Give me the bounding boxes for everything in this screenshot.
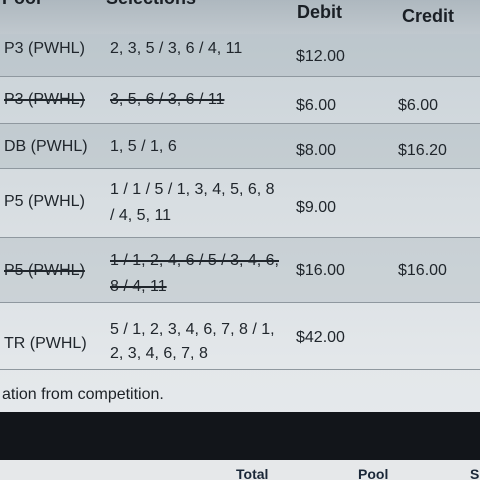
- table-row[interactable]: P3 (PWHL) 2, 3, 5 / 3, 6 / 4, 11 $12.00: [0, 34, 480, 77]
- debit-cell: $6.00: [296, 97, 337, 114]
- footer-note: ation from competition.: [2, 386, 164, 403]
- selections-cell-line2: 8 / 4, 11: [110, 278, 167, 295]
- tab-total[interactable]: Total: [236, 466, 268, 480]
- pool-cell: P3 (PWHL): [4, 40, 85, 57]
- bottom-dark-bar: [0, 412, 480, 460]
- selections-cell-line1: 1 / 1 / 5 / 1, 3, 4, 5, 6, 8: [110, 181, 275, 198]
- betting-history-screen: Pool Selections Debit Credit P3 (PWHL) 2…: [0, 0, 480, 480]
- header-pool: Pool: [2, 0, 41, 9]
- credit-cell: $16.20: [398, 142, 447, 159]
- selections-cell-line2: / 4, 5, 11: [110, 207, 172, 224]
- table-row[interactable]: P5 (PWHL) 1 / 1 / 5 / 1, 3, 4, 5, 6, 8 /…: [0, 169, 480, 238]
- pool-cell: P5 (PWHL): [4, 262, 85, 279]
- credit-cell: $6.00: [398, 97, 439, 114]
- table-row[interactable]: DB (PWHL) 1, 5 / 1, 6 $8.00 $16.20: [0, 124, 480, 169]
- debit-cell: $8.00: [296, 142, 337, 159]
- selections-cell-line2: 2, 3, 4, 6, 7, 8: [110, 345, 208, 362]
- table-row[interactable]: TR (PWHL) 5 / 1, 2, 3, 4, 6, 7, 8 / 1, 2…: [0, 303, 480, 370]
- credit-cell: $16.00: [398, 262, 447, 279]
- debit-cell: $12.00: [296, 48, 345, 65]
- pool-cell: TR (PWHL): [4, 335, 87, 352]
- selections-cell: 1, 5 / 1, 6: [110, 138, 177, 155]
- selections-cell-line1: 5 / 1, 2, 3, 4, 6, 7, 8 / 1,: [110, 321, 275, 338]
- header-debit: Debit: [297, 2, 342, 22]
- tab-pool[interactable]: Pool: [358, 466, 388, 480]
- bottom-tabs: Total Pool S: [0, 460, 480, 480]
- debit-cell: $16.00: [296, 262, 345, 279]
- pool-cell: DB (PWHL): [4, 138, 88, 155]
- pool-cell: P5 (PWHL): [4, 193, 85, 210]
- selections-cell: 2, 3, 5 / 3, 6 / 4, 11: [110, 40, 243, 57]
- table-row[interactable]: P5 (PWHL) 1 / 1, 2, 4, 6 / 5 / 3, 4, 6, …: [0, 238, 480, 303]
- selections-cell: 3, 5, 6 / 3, 6 / 11: [110, 91, 225, 108]
- tab-s[interactable]: S: [470, 466, 479, 480]
- table-header: Pool Selections Debit Credit: [0, 0, 480, 34]
- pool-cell: P3 (PWHL): [4, 91, 85, 108]
- selections-cell-line1: 1 / 1, 2, 4, 6 / 5 / 3, 4, 6,: [110, 252, 279, 269]
- header-credit: Credit: [402, 6, 455, 26]
- table-row[interactable]: P3 (PWHL) 3, 5, 6 / 3, 6 / 11 $6.00 $6.0…: [0, 77, 480, 124]
- debit-cell: $42.00: [296, 329, 345, 346]
- header-selections: Selections: [106, 0, 196, 9]
- debit-cell: $9.00: [296, 199, 337, 216]
